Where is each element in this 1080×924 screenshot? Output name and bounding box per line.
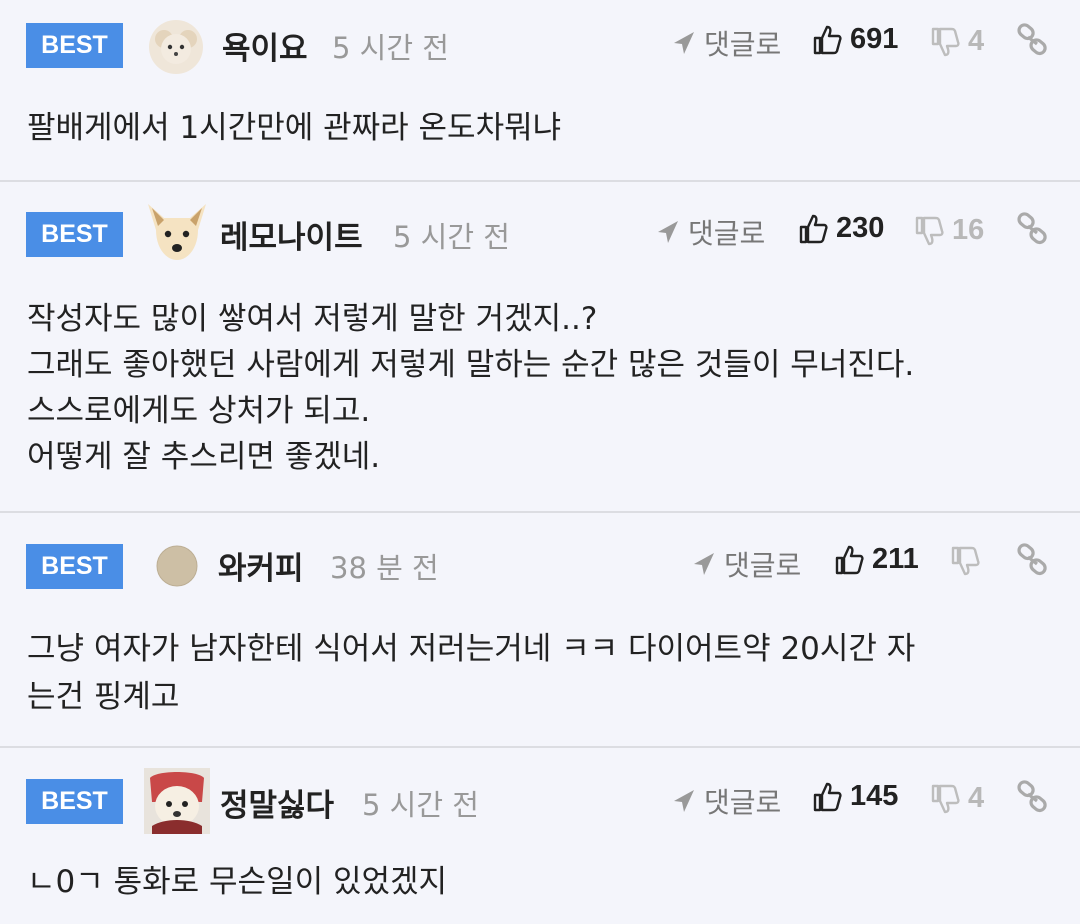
like-button[interactable]: 145 — [812, 780, 898, 813]
comment-text: 팔배게에서 1시간만에 관짜라 온도차뭐냐 — [27, 110, 562, 146]
nickname[interactable]: 욕이요 — [222, 23, 308, 68]
arrow-icon — [694, 553, 714, 575]
thumbs-down-icon — [931, 27, 960, 56]
like-count: 211 — [872, 543, 919, 575]
arrow-icon — [658, 221, 678, 243]
reply-button[interactable]: 댓글로 — [692, 544, 801, 584]
like-count: 691 — [850, 23, 899, 55]
comment-header: BEST 레모나이트 5 시간 전 댓글로 230 16 — [0, 200, 1080, 260]
reply-button[interactable]: 댓글로 — [656, 212, 765, 252]
reply-label: 댓글로 — [724, 549, 802, 582]
comment-header: BEST 정말싫다 5 시간 전 댓글로 145 4 — [0, 768, 1080, 834]
link-icon[interactable] — [1016, 212, 1050, 246]
thumbs-down-icon — [951, 546, 980, 576]
nickname[interactable]: 레모나이트 — [220, 212, 363, 257]
dislike-button[interactable]: 4 — [930, 782, 984, 815]
comment-item: BEST 욕이요 5 시간 전 댓글로 691 4 팔배게에서 1시간만에 관짜… — [0, 0, 1080, 182]
reply-label: 댓글로 — [704, 786, 782, 819]
reply-label: 댓글로 — [704, 28, 782, 61]
comment-item: BEST 레모나이트 5 시간 전 댓글로 230 16 작성자도 많이 쌓여서… — [0, 182, 1080, 513]
reply-label: 댓글로 — [688, 217, 766, 250]
arrow-icon — [674, 790, 694, 812]
reply-button[interactable]: 댓글로 — [672, 23, 781, 63]
thumbs-up-icon — [835, 545, 864, 574]
comment-time: 5 시간 전 — [362, 788, 479, 822]
comment-time: 5 시간 전 — [332, 31, 449, 65]
comment-item: BEST 와커피 38 분 전 댓글로 211 그냥 여자가 남자한테 식어서 … — [0, 513, 1080, 748]
like-button[interactable]: 230 — [798, 212, 884, 245]
nickname[interactable]: 정말싫다 — [220, 780, 334, 825]
nickname[interactable]: 와커피 — [218, 543, 304, 588]
link-icon[interactable] — [1016, 780, 1050, 814]
dislike-count: 4 — [968, 25, 985, 57]
arrow-icon — [674, 32, 694, 54]
comment-header: BEST 와커피 38 분 전 댓글로 211 — [0, 533, 1080, 593]
comment-text: 작성자도 많이 쌓여서 저렇게 말한 거겠지..? 그래도 좋아했던 사람에게 … — [27, 301, 915, 475]
avatar[interactable] — [148, 19, 204, 75]
best-badge: BEST — [26, 23, 123, 68]
dislike-button[interactable]: 16 — [914, 214, 984, 247]
like-count: 230 — [836, 212, 885, 244]
avatar[interactable] — [144, 200, 210, 266]
thumbs-up-icon — [799, 214, 828, 243]
best-badge: BEST — [26, 212, 123, 257]
dislike-button[interactable] — [950, 545, 988, 577]
dislike-button[interactable]: 4 — [930, 25, 984, 58]
reply-button[interactable]: 댓글로 — [672, 781, 781, 821]
best-badge: BEST — [26, 544, 123, 589]
comment-time: 5 시간 전 — [393, 220, 510, 254]
thumbs-up-icon — [813, 782, 842, 811]
thumbs-down-icon — [915, 216, 944, 245]
best-badge: BEST — [26, 779, 123, 824]
avatar[interactable] — [156, 545, 198, 587]
comment-header: BEST 욕이요 5 시간 전 댓글로 691 4 — [0, 13, 1080, 75]
dislike-count: 16 — [952, 214, 985, 246]
like-button[interactable]: 211 — [834, 543, 919, 576]
like-count: 145 — [850, 780, 899, 812]
link-icon[interactable] — [1016, 543, 1050, 577]
like-button[interactable]: 691 — [812, 23, 898, 56]
dislike-count: 4 — [968, 782, 985, 814]
avatar[interactable] — [144, 768, 210, 834]
comment-text: ㄴ0ㄱ 통화로 무슨일이 있었겠지 — [27, 864, 448, 900]
comment-time: 38 분 전 — [330, 551, 439, 585]
comment-text: 그냥 여자가 남자한테 식어서 저러는거네 ㅋㅋ 다이어트약 20시간 자 는건… — [27, 631, 916, 715]
thumbs-down-icon — [931, 784, 960, 813]
thumbs-up-icon — [813, 25, 842, 54]
link-icon[interactable] — [1016, 23, 1050, 57]
comment-item: BEST 정말싫다 5 시간 전 댓글로 145 4 ㄴ0ㄱ 통화로 무슨일이 … — [0, 748, 1080, 924]
